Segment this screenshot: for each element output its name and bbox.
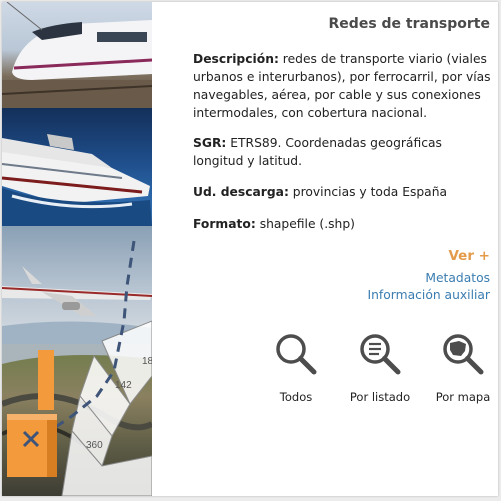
- magnifier-icon: [276, 334, 317, 375]
- ver-mas-link[interactable]: Ver +: [448, 248, 490, 264]
- todos-button[interactable]: Todos: [256, 332, 336, 404]
- download-unit-paragraph: Ud. descarga: provincias y toda España: [193, 183, 493, 201]
- sgr-text: ETRS89. Coordenadas geográficas longitud…: [193, 136, 442, 168]
- parcel-label: 142: [115, 380, 132, 391]
- download-unit-label: Ud. descarga:: [193, 185, 289, 199]
- por-listado-label: Por listado: [349, 390, 411, 404]
- description-paragraph: Descripción: redes de transporte viario …: [193, 50, 493, 122]
- format-text: shapefile (.shp): [255, 217, 355, 231]
- sgr-paragraph: SGR: ETRS89. Coordenadas geográficas lon…: [193, 134, 493, 170]
- parcel-label: 360: [86, 440, 103, 451]
- por-mapa-button[interactable]: Por mapa: [423, 332, 498, 404]
- train-image: [2, 2, 152, 108]
- sgr-label: SGR:: [193, 136, 227, 150]
- dataset-card: 142 360 18 Redes de transporte Descripci…: [2, 2, 498, 496]
- page-title: Redes de transporte: [328, 16, 490, 32]
- parcel-label: 18: [142, 356, 152, 367]
- map-marker-icon: [7, 350, 57, 477]
- ship-image: [2, 108, 152, 226]
- image-column: 142 360 18: [2, 2, 152, 496]
- cadastral-map-overlay: 142 360 18: [7, 240, 152, 496]
- download-unit-text: provincias y toda España: [288, 185, 448, 199]
- metadatos-link[interactable]: Metadatos: [425, 271, 490, 285]
- dataset-info-panel: Redes de transporte Descripción: redes d…: [152, 2, 498, 496]
- format-label: Formato:: [193, 217, 256, 231]
- info-auxiliar-link[interactable]: Información auxiliar: [368, 288, 490, 302]
- por-mapa-label: Por mapa: [435, 390, 491, 404]
- todos-label: Todos: [279, 390, 313, 404]
- format-paragraph: Formato: shapefile (.shp): [193, 215, 493, 233]
- por-listado-button[interactable]: Por listado: [340, 332, 420, 404]
- magnifier-list-icon: [360, 334, 401, 375]
- description-label: Descripción:: [193, 52, 279, 66]
- magnifier-map-icon: [443, 334, 484, 375]
